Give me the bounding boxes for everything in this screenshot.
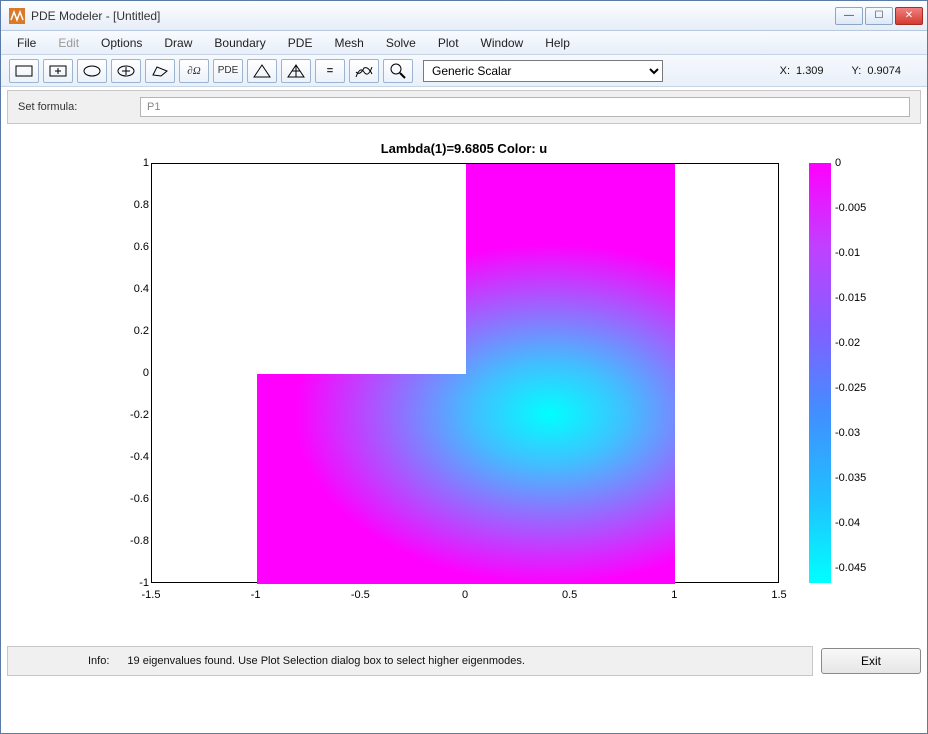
solve-button-icon[interactable]: = <box>315 59 345 83</box>
ytick-label: -0.4 <box>109 451 149 463</box>
ellipse-center-tool-icon[interactable] <box>111 59 141 83</box>
axes[interactable] <box>151 163 779 583</box>
maximize-button[interactable]: ☐ <box>865 7 893 25</box>
boundary-mode-icon[interactable]: ∂Ω <box>179 59 209 83</box>
close-button[interactable]: ✕ <box>895 7 923 25</box>
xtick-label: 1 <box>671 589 677 601</box>
pde-mode-button[interactable]: PDE <box>213 59 243 83</box>
mesh-refine-icon[interactable] <box>281 59 311 83</box>
app-icon <box>9 8 25 24</box>
colorbar-tick: -0.02 <box>835 337 860 349</box>
menu-mesh[interactable]: Mesh <box>324 33 373 53</box>
mesh-init-icon[interactable] <box>247 59 277 83</box>
xtick-label: 1.5 <box>771 589 786 601</box>
ytick-label: -1 <box>109 577 149 589</box>
colorbar <box>809 163 831 583</box>
colorbar-tick: -0.04 <box>835 517 860 529</box>
colorbar-tick: -0.015 <box>835 292 866 304</box>
ytick-label: 0.2 <box>109 325 149 337</box>
info-label: Info: <box>88 655 109 667</box>
window-titlebar: PDE Modeler - [Untitled] — ☐ ✕ <box>1 1 927 31</box>
ytick-label: -0.8 <box>109 535 149 547</box>
application-mode-select[interactable]: Generic Scalar <box>423 60 663 82</box>
xtick-label: -1.5 <box>142 589 161 601</box>
set-formula-label: Set formula: <box>18 101 128 113</box>
exit-button[interactable]: Exit <box>821 648 921 674</box>
set-formula-input[interactable] <box>140 97 910 117</box>
plot-title: Lambda(1)=9.6805 Color: u <box>1 141 927 156</box>
ytick-label: 0 <box>109 367 149 379</box>
ytick-label: 0.8 <box>109 199 149 211</box>
info-text: 19 eigenvalues found. Use Plot Selection… <box>127 655 524 667</box>
menu-solve[interactable]: Solve <box>376 33 426 53</box>
colorbar-tick: -0.01 <box>835 247 860 259</box>
xtick-label: 0.5 <box>562 589 577 601</box>
menu-boundary[interactable]: Boundary <box>204 33 275 53</box>
colorbar-tick: -0.03 <box>835 427 860 439</box>
ytick-label: 0.6 <box>109 241 149 253</box>
menu-file[interactable]: File <box>7 33 46 53</box>
window-title: PDE Modeler - [Untitled] <box>31 9 835 23</box>
minimize-button[interactable]: — <box>835 7 863 25</box>
xtick-label: -1 <box>251 589 261 601</box>
toolbar: ∂Ω PDE = Generic Scalar X:1.309 Y:0.9074 <box>1 55 927 87</box>
ytick-label: -0.2 <box>109 409 149 421</box>
plot-button-icon[interactable] <box>349 59 379 83</box>
menu-draw[interactable]: Draw <box>154 33 202 53</box>
coord-readout: X:1.309 Y:0.9074 <box>780 65 919 77</box>
eigenmode-topright-rect <box>466 164 675 374</box>
colorbar-tick: 0 <box>835 157 841 169</box>
colorbar-tick: -0.045 <box>835 562 866 574</box>
menu-options[interactable]: Options <box>91 33 152 53</box>
menu-bar: File Edit Options Draw Boundary PDE Mesh… <box>1 31 927 55</box>
plot-area: Lambda(1)=9.6805 Color: u 1 0.8 0.6 0.4 … <box>1 127 927 683</box>
ytick-label: 1 <box>109 157 149 169</box>
menu-plot[interactable]: Plot <box>428 33 469 53</box>
rectangle-center-tool-icon[interactable] <box>43 59 73 83</box>
colorbar-tick: -0.005 <box>835 202 866 214</box>
ellipse-tool-icon[interactable] <box>77 59 107 83</box>
status-bar: Info: 19 eigenvalues found. Use Plot Sel… <box>1 639 927 683</box>
set-formula-bar: Set formula: <box>7 90 921 124</box>
ytick-label: -0.6 <box>109 493 149 505</box>
menu-edit[interactable]: Edit <box>48 33 89 53</box>
menu-help[interactable]: Help <box>535 33 580 53</box>
xtick-label: 0 <box>462 589 468 601</box>
zoom-button-icon[interactable] <box>383 59 413 83</box>
eigenmode-bottom-rect <box>257 374 676 584</box>
ytick-label: 0.4 <box>109 283 149 295</box>
rectangle-tool-icon[interactable] <box>9 59 39 83</box>
xtick-label: -0.5 <box>351 589 370 601</box>
menu-pde[interactable]: PDE <box>278 33 323 53</box>
colorbar-tick: -0.025 <box>835 382 866 394</box>
menu-window[interactable]: Window <box>471 33 534 53</box>
polygon-tool-icon[interactable] <box>145 59 175 83</box>
colorbar-tick: -0.035 <box>835 472 866 484</box>
info-box: Info: 19 eigenvalues found. Use Plot Sel… <box>7 646 813 676</box>
